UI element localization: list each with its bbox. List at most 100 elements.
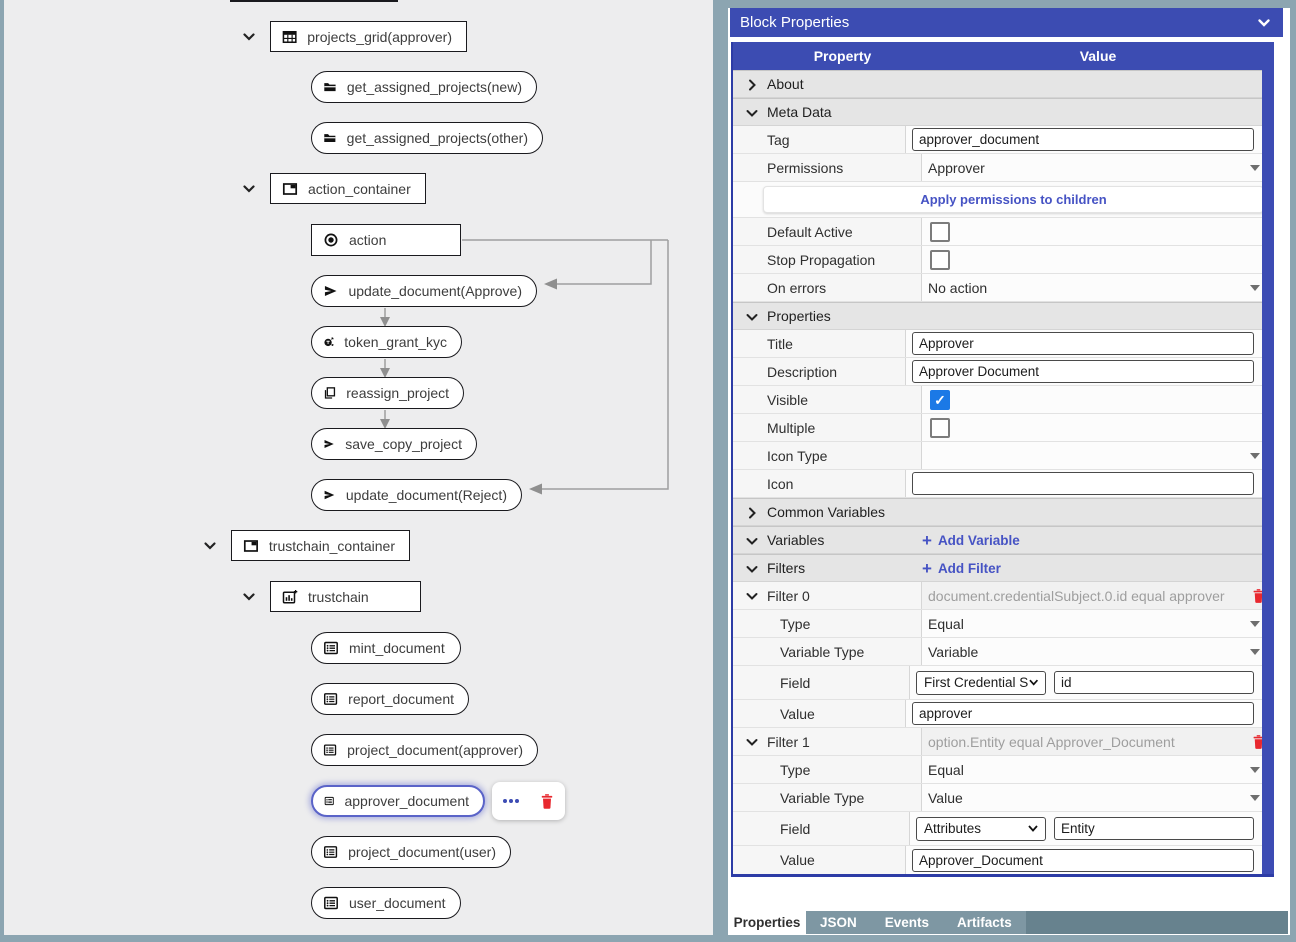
permissions-dropdown[interactable]: Approver bbox=[922, 154, 1274, 181]
chevron-down-icon[interactable] bbox=[744, 561, 760, 577]
default-active-checkbox[interactable] bbox=[930, 221, 950, 242]
on-errors-dropdown[interactable]: No action bbox=[922, 274, 1274, 301]
section-common-variables[interactable]: Common Variables bbox=[733, 498, 1274, 526]
chevron-down-icon[interactable] bbox=[240, 588, 258, 606]
more-options-button[interactable] bbox=[495, 786, 526, 816]
filter-value-input[interactable] bbox=[912, 848, 1254, 872]
dropdown-arrow-icon[interactable] bbox=[1250, 766, 1260, 773]
tree-node-update-document-approve[interactable]: update_document(Approve) bbox=[311, 275, 537, 307]
row-label: Value bbox=[733, 846, 906, 874]
field-select[interactable]: Attributes bbox=[916, 816, 1046, 841]
field-select[interactable]: First Credential Su bbox=[916, 670, 1046, 695]
properties-scrollbar[interactable] bbox=[1262, 70, 1274, 874]
chevron-down-icon[interactable] bbox=[240, 28, 258, 46]
tree-node-approver-document-selected[interactable]: approver_document bbox=[311, 785, 485, 817]
section-filters[interactable]: Filters + Add Filter bbox=[733, 554, 1274, 582]
tag-input[interactable] bbox=[912, 128, 1254, 151]
chevron-right-icon[interactable] bbox=[744, 77, 760, 93]
dropdown-arrow-icon[interactable] bbox=[1250, 284, 1260, 291]
section-label: Properties bbox=[767, 308, 831, 324]
properties-pane: Block Properties Property Value About Me… bbox=[713, 0, 1296, 942]
tree-node-trustchain[interactable]: trustchain bbox=[270, 581, 421, 612]
list-doc-icon bbox=[323, 846, 338, 858]
select-chevron-icon bbox=[1028, 679, 1038, 686]
token-icon bbox=[324, 337, 334, 347]
icon-type-dropdown[interactable] bbox=[922, 442, 1274, 469]
filter-variable-type-dropdown[interactable]: Variable bbox=[922, 638, 1274, 665]
folder-icon bbox=[324, 134, 336, 143]
tree-node-clipped[interactable] bbox=[230, 0, 398, 2]
chevron-down-icon[interactable] bbox=[744, 588, 760, 604]
dropdown-arrow-icon[interactable] bbox=[1250, 164, 1260, 171]
tree-node-get-assigned-projects-other[interactable]: get_assigned_projects(other) bbox=[311, 122, 543, 154]
section-meta-data[interactable]: Meta Data bbox=[733, 98, 1274, 126]
tree-node-update-document-reject[interactable]: update_document(Reject) bbox=[311, 479, 522, 511]
chevron-down-icon[interactable] bbox=[201, 537, 219, 555]
row-filter-1-type: Type Equal bbox=[733, 756, 1274, 784]
tab-json[interactable]: JSON bbox=[806, 911, 871, 934]
tree-node-mint-document[interactable]: mint_document bbox=[311, 632, 461, 664]
plus-icon: + bbox=[922, 530, 932, 550]
chevron-right-icon[interactable] bbox=[744, 505, 760, 521]
row-label: Multiple bbox=[733, 414, 922, 441]
row-filter-1-field: Field Attributes bbox=[733, 812, 1274, 846]
row-icon: Icon bbox=[733, 470, 1274, 498]
copy-icon bbox=[324, 387, 336, 399]
filter-label: Filter 0 bbox=[733, 582, 922, 609]
panel-header[interactable]: Block Properties bbox=[730, 8, 1283, 37]
row-on-errors: On errors No action bbox=[733, 274, 1274, 302]
tree-node-project-document-approver[interactable]: project_document(approver) bbox=[311, 734, 538, 766]
field-path-input[interactable] bbox=[1054, 671, 1254, 694]
tree-node-projects-grid[interactable]: projects_grid(approver) bbox=[270, 21, 467, 52]
section-variables[interactable]: Variables + Add Variable bbox=[733, 526, 1274, 554]
icon-input[interactable] bbox=[912, 472, 1254, 495]
tab-events[interactable]: Events bbox=[871, 911, 943, 934]
field-path-input[interactable] bbox=[1054, 817, 1254, 840]
row-multiple: Multiple bbox=[733, 414, 1274, 442]
apply-permissions-button[interactable]: Apply permissions to children bbox=[763, 186, 1264, 213]
add-filter-button[interactable]: + Add Filter bbox=[922, 560, 1001, 577]
tree-node-label: action_container bbox=[308, 180, 411, 197]
multiple-checkbox[interactable] bbox=[930, 417, 950, 438]
tree-node-reassign-project[interactable]: reassign_project bbox=[311, 377, 464, 409]
chevron-down-icon[interactable] bbox=[744, 105, 760, 121]
row-label: Field bbox=[733, 812, 910, 845]
delete-block-button[interactable] bbox=[531, 786, 562, 816]
description-input[interactable] bbox=[912, 360, 1254, 383]
dropdown-arrow-icon[interactable] bbox=[1250, 648, 1260, 655]
section-about[interactable]: About bbox=[733, 70, 1274, 98]
dropdown-arrow-icon[interactable] bbox=[1250, 452, 1260, 459]
tree-node-user-document[interactable]: user_document bbox=[311, 887, 461, 919]
title-input[interactable] bbox=[912, 332, 1254, 355]
tree-node-label: trustchain bbox=[308, 588, 369, 605]
tree-node-action[interactable]: action bbox=[311, 224, 461, 256]
chevron-down-icon[interactable] bbox=[744, 734, 760, 750]
chevron-down-icon[interactable] bbox=[744, 309, 760, 325]
chevron-down-icon[interactable] bbox=[240, 180, 258, 198]
collapse-panel-chevron-icon[interactable] bbox=[1255, 14, 1273, 32]
filter-value-input[interactable] bbox=[912, 702, 1254, 725]
dropdown-arrow-icon[interactable] bbox=[1250, 620, 1260, 627]
tree-node-trustchain-container[interactable]: trustchain_container bbox=[231, 530, 410, 561]
filter-type-dropdown[interactable]: Equal bbox=[922, 610, 1274, 637]
tab-properties[interactable]: Properties bbox=[728, 911, 806, 934]
row-filter-0-header[interactable]: Filter 0 document.credentialSubject.0.id… bbox=[733, 582, 1274, 610]
section-properties[interactable]: Properties bbox=[733, 302, 1274, 330]
visible-checkbox[interactable] bbox=[930, 389, 950, 410]
tree-node-report-document[interactable]: report_document bbox=[311, 683, 469, 715]
tree-node-action-container[interactable]: action_container bbox=[270, 173, 426, 204]
chevron-down-icon[interactable] bbox=[744, 533, 760, 549]
tab-artifacts[interactable]: Artifacts bbox=[943, 911, 1026, 934]
filter-variable-type-dropdown[interactable]: Value bbox=[922, 784, 1274, 811]
stop-propagation-checkbox[interactable] bbox=[930, 249, 950, 270]
row-filter-1-header[interactable]: Filter 1 option.Entity equal Approver_Do… bbox=[733, 728, 1274, 756]
filter-type-dropdown[interactable]: Equal bbox=[922, 756, 1274, 783]
tree-node-get-assigned-projects-new[interactable]: get_assigned_projects(new) bbox=[311, 71, 537, 103]
tree-node-save-copy-project[interactable]: save_copy_project bbox=[311, 428, 477, 460]
tree-node-label: reassign_project bbox=[346, 385, 449, 401]
tree-node-project-document-user[interactable]: project_document(user) bbox=[311, 836, 511, 868]
add-variable-button[interactable]: + Add Variable bbox=[922, 532, 1020, 549]
tree-node-token-grant-kyc[interactable]: token_grant_kyc bbox=[311, 326, 462, 358]
row-tag: Tag bbox=[733, 126, 1274, 154]
dropdown-arrow-icon[interactable] bbox=[1250, 794, 1260, 801]
